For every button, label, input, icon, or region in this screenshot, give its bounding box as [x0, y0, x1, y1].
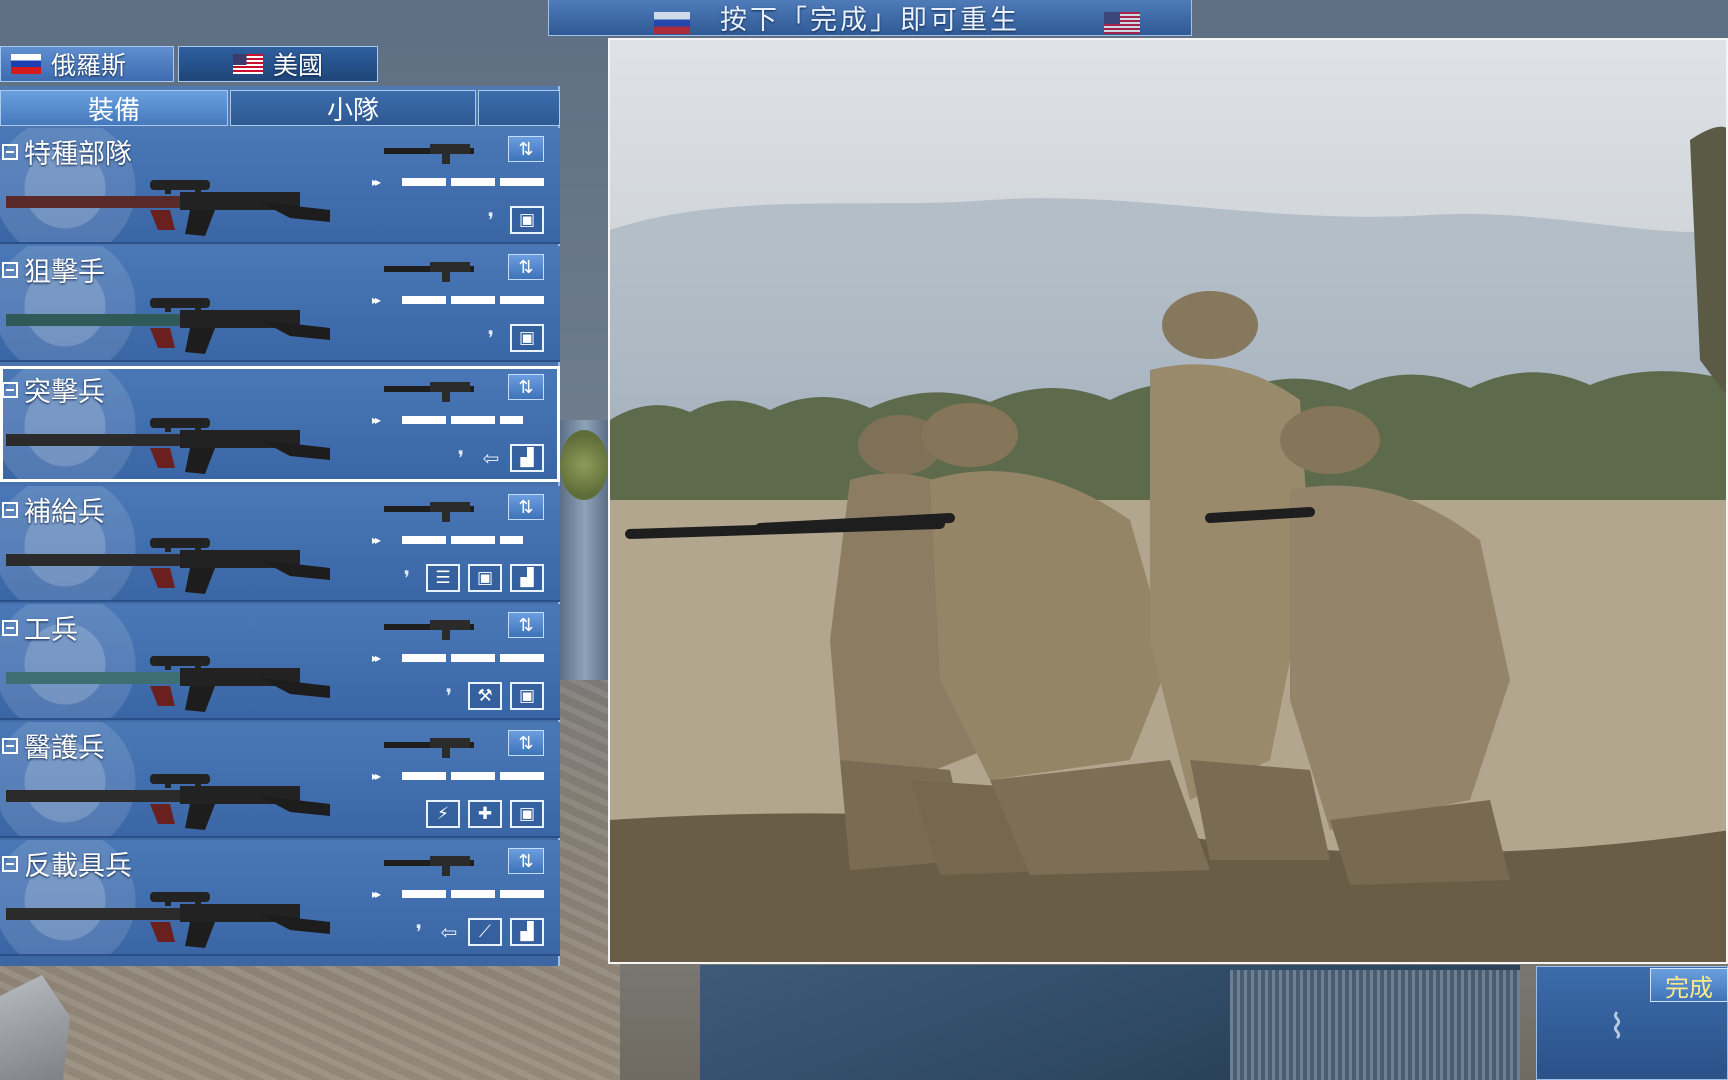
usa-flag-icon: [1104, 12, 1140, 34]
grenade-icon: ❜: [415, 920, 423, 944]
secondary-weapon-icon: [380, 614, 490, 642]
soldiers-photo: [608, 38, 1728, 964]
usa-flag-icon: [232, 54, 263, 74]
claymore-icon: ▣: [510, 324, 544, 352]
c4-icon: ▣: [468, 564, 502, 592]
equipment-slots: ❜ ▣: [480, 324, 544, 352]
c4-icon: ▣: [510, 800, 544, 828]
kit-role-icon: [2, 855, 18, 872]
soldiers-photo-art: [610, 126, 1726, 962]
swap-weapon-button[interactable]: ⇅: [508, 612, 544, 638]
c4-icon: ▣: [510, 206, 544, 234]
ammo-arrows-icon: ▸▸: [372, 887, 381, 901]
kit-row[interactable]: 補給兵 ⇅ ▸▸ ❜ ☰ ▣ ▟: [0, 486, 560, 602]
ammo-bar: [402, 890, 544, 898]
swap-weapon-button[interactable]: ⇅: [508, 254, 544, 280]
tab-empty: [478, 90, 560, 126]
primary-weapon-icon: [0, 878, 340, 954]
flashbang-icon: ▟: [510, 564, 544, 592]
russia-flag-icon: [654, 12, 690, 34]
ammo-arrows-icon: ▸▸: [372, 293, 381, 307]
kit-role-icon: [2, 261, 18, 278]
medkit-icon: ✚: [468, 800, 502, 828]
kit-row[interactable]: 工兵 ⇅ ▸▸ ❜ ⚒ ▣: [0, 604, 560, 720]
swap-weapon-button[interactable]: ⇅: [508, 848, 544, 874]
equipment-slots: ❜ ⚒ ▣: [438, 682, 544, 710]
tab-usa-label: 美國: [272, 51, 323, 80]
rocket-icon: ⟋: [468, 918, 502, 946]
swap-weapon-button[interactable]: ⇅: [508, 374, 544, 400]
tab-usa[interactable]: 美國: [178, 46, 378, 82]
secondary-weapon-icon: [380, 138, 490, 166]
kit-role-icon: [2, 381, 18, 398]
grenade-icon: ❜: [487, 208, 495, 232]
equipment-slots: ❜ ☰ ▣ ▟: [396, 564, 544, 592]
grenade-icon: ❜: [487, 326, 495, 350]
equipment-slots: ❜ ⇦ ▟: [450, 444, 544, 472]
swap-weapon-button[interactable]: ⇅: [508, 136, 544, 162]
done-panel-decoration: ⌇: [1597, 1007, 1637, 1047]
primary-weapon-icon: [0, 166, 340, 242]
kit-row[interactable]: 特種部隊 ⇅ ▸▸ ❜ ▣: [0, 128, 560, 244]
ammo-bar: [402, 296, 544, 304]
kit-role-icon: [2, 737, 18, 754]
respawn-message: 按下「完成」即可重生: [720, 5, 1020, 36]
tab-russia-label: 俄羅斯: [51, 51, 127, 80]
swap-weapon-button[interactable]: ⇅: [508, 494, 544, 520]
primary-weapon-icon: [0, 760, 340, 836]
primary-weapon-icon: [0, 524, 340, 600]
kit-role-icon: [2, 501, 18, 518]
tab-equipment-label: 裝備: [87, 95, 140, 126]
tab-russia[interactable]: 俄羅斯: [0, 46, 174, 82]
ammo-arrows-icon: ▸▸: [372, 413, 381, 427]
ammo-arrows-icon: ▸▸: [372, 769, 381, 783]
kit-row[interactable]: 狙擊手 ⇅ ▸▸ ❜ ▣: [0, 246, 560, 362]
smoke-icon: ⇦: [440, 920, 458, 944]
russia-flag-icon: [11, 54, 41, 74]
equipment-slots: ❜ ▣: [480, 206, 544, 234]
flashbang-icon: ▟: [510, 918, 544, 946]
ammo-bar: [402, 536, 523, 544]
kit-row[interactable]: 反載具兵 ⇅ ▸▸ ❜ ⇦ ⟋ ▟: [0, 840, 560, 956]
background-tree: [560, 430, 608, 500]
secondary-weapon-icon: [380, 256, 490, 284]
ammo-box-icon: ☰: [426, 564, 460, 592]
ammo-arrows-icon: ▸▸: [372, 175, 381, 189]
done-button[interactable]: 完成: [1650, 968, 1728, 1002]
primary-weapon-icon: [0, 642, 340, 718]
secondary-weapon-icon: [380, 850, 490, 878]
grenade-icon: ❜: [457, 446, 465, 470]
equipment-slots: ❜ ⇦ ⟋ ▟: [408, 918, 544, 946]
tab-squad-label: 小隊: [326, 95, 379, 126]
grenade-icon: ❜: [445, 684, 453, 708]
c4-icon: ▣: [510, 682, 544, 710]
kit-row[interactable]: 醫護兵 ⇅ ▸▸ ⚡ ✚ ▣: [0, 722, 560, 838]
secondary-weapon-icon: [380, 496, 490, 524]
done-button-label: 完成: [1665, 973, 1713, 1002]
secondary-weapon-icon: [380, 376, 490, 404]
swap-weapon-button[interactable]: ⇅: [508, 730, 544, 756]
ammo-bar: [402, 178, 544, 186]
ammo-bar: [402, 416, 523, 424]
kit-role-icon: [2, 143, 18, 160]
ammo-bar: [402, 772, 544, 780]
ammo-arrows-icon: ▸▸: [372, 533, 381, 547]
primary-weapon-icon: [0, 404, 340, 480]
tab-equipment[interactable]: 裝備: [0, 90, 228, 126]
ammo-arrows-icon: ▸▸: [372, 651, 381, 665]
defibrillator-icon: ⚡: [426, 800, 460, 828]
flashbang-icon: ▟: [510, 444, 544, 472]
tab-squad[interactable]: 小隊: [230, 90, 476, 126]
background-roof-stripes: [1230, 970, 1520, 1080]
kit-row[interactable]: 突擊兵 ⇅ ▸▸ ❜ ⇦ ▟: [0, 366, 560, 482]
wrench-icon: ⚒: [468, 682, 502, 710]
grenade-icon: ❜: [403, 566, 411, 590]
ammo-bar: [402, 654, 544, 662]
kit-role-icon: [2, 619, 18, 636]
primary-weapon-icon: [0, 284, 340, 360]
smoke-icon: ⇦: [482, 446, 500, 470]
secondary-weapon-icon: [380, 732, 490, 760]
respawn-banner: 按下「完成」即可重生: [548, 0, 1192, 36]
equipment-slots: ⚡ ✚ ▣: [426, 800, 544, 828]
